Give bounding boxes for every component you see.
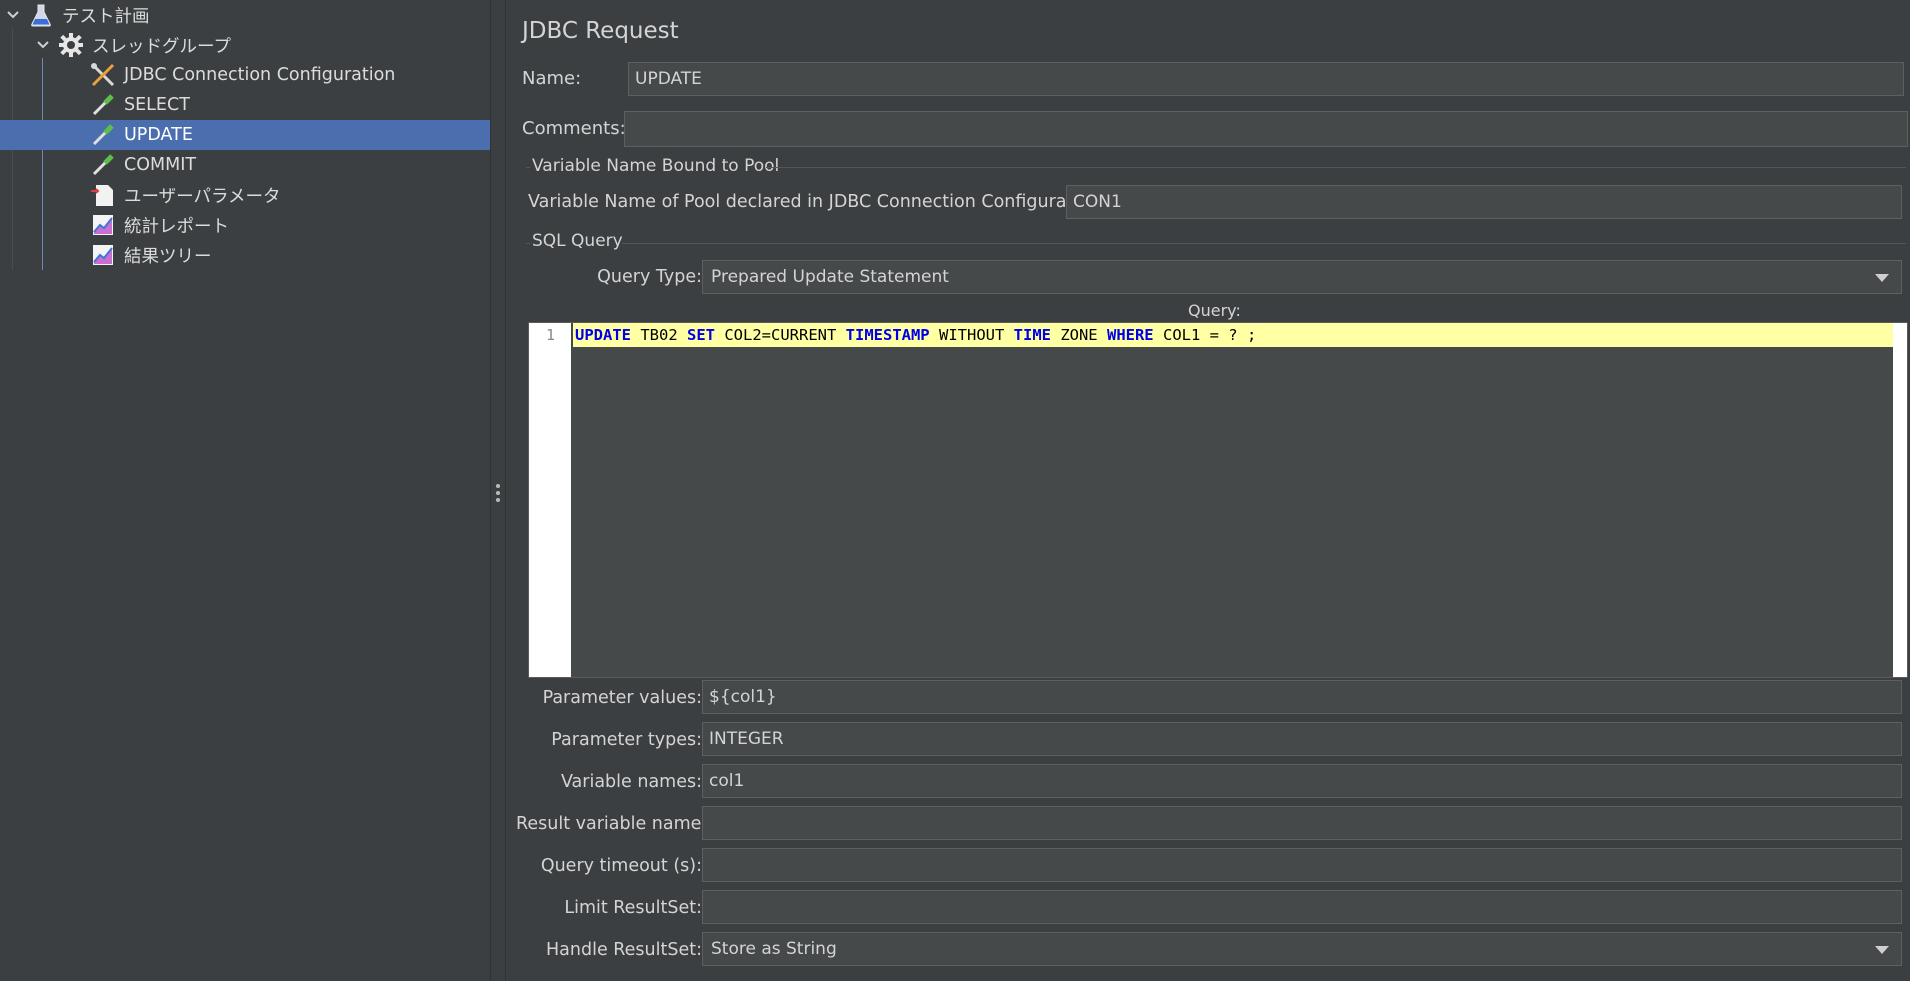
section-border — [622, 243, 1906, 244]
pane-splitter[interactable] — [490, 0, 506, 981]
tree-item-label: 結果ツリー — [124, 246, 212, 267]
query-type-label: Query Type: — [597, 267, 702, 287]
chevron-down-icon[interactable] — [6, 8, 20, 22]
tools-icon — [90, 62, 116, 88]
name-input[interactable]: UPDATE — [628, 62, 1904, 96]
test-plan-tree: テスト計画 スレッドグループ JDBC Connection Configura… — [0, 0, 490, 981]
limit-resultset-input[interactable] — [702, 890, 1902, 924]
panel-title: JDBC Request — [522, 18, 679, 44]
parameter-values-label: Parameter values: — [542, 688, 702, 708]
chart-icon — [90, 212, 116, 238]
pool-section-title: Variable Name Bound to Pool — [532, 156, 780, 176]
sql-text: TB02 — [631, 326, 687, 344]
chevron-down-icon[interactable] — [36, 38, 50, 52]
query-type-value: Prepared Update Statement — [711, 267, 949, 287]
handle-resultset-value: Store as String — [711, 939, 837, 959]
flask-icon — [28, 2, 54, 28]
sql-keyword: TIMESTAMP — [845, 326, 930, 344]
tree-item-summary-report[interactable]: 統計レポート — [0, 210, 490, 240]
line-number-gutter: 1 — [529, 323, 571, 677]
query-timeout-label: Query timeout (s): — [540, 856, 702, 876]
pipette-icon — [90, 92, 116, 118]
query-editor[interactable]: 1 UPDATE TB02 SET COL2=CURRENT TIMESTAMP… — [528, 322, 1908, 678]
tree-item-update[interactable]: UPDATE — [0, 120, 490, 150]
handle-resultset-select[interactable]: Store as String — [702, 932, 1902, 966]
tree-item-label: テスト計画 — [62, 6, 150, 27]
splitter-grip-dot — [496, 491, 500, 495]
parameter-types-label: Parameter types: — [551, 730, 702, 750]
jdbc-request-panel: JDBC Request Name: UPDATE Comments: Vari… — [506, 0, 1910, 981]
pool-name-label: Variable Name of Pool declared in JDBC C… — [528, 192, 1106, 212]
gear-icon — [58, 32, 84, 58]
tree-item-thread-group[interactable]: スレッドグループ — [0, 30, 490, 60]
tree-item-label: ユーザーパラメータ — [124, 186, 281, 207]
tree-item-commit[interactable]: COMMIT — [0, 150, 490, 180]
chart-icon — [90, 242, 116, 268]
sql-section-title: SQL Query — [532, 231, 623, 251]
tree-item-label: UPDATE — [124, 125, 193, 145]
parameter-types-input[interactable]: INTEGER — [702, 722, 1902, 756]
pool-name-input[interactable]: CON1 — [1066, 185, 1902, 219]
pipette-icon — [90, 122, 116, 148]
tree-item-label: SELECT — [124, 95, 190, 115]
tree-item-label: COMMIT — [124, 155, 197, 175]
sql-text: WITHOUT — [929, 326, 1014, 344]
tree-item-select[interactable]: SELECT — [0, 90, 490, 120]
tree-item-label: 統計レポート — [124, 216, 229, 237]
section-border — [526, 167, 530, 168]
tree-item-jdbc-connection-configuration[interactable]: JDBC Connection Configuration — [0, 60, 490, 90]
tree-item-view-results-tree[interactable]: 結果ツリー — [0, 240, 490, 270]
section-border — [766, 167, 1906, 168]
result-variable-name-label: Result variable name: — [516, 814, 708, 834]
tree-item-test-plan[interactable]: テスト計画 — [0, 0, 490, 30]
sql-keyword: UPDATE — [575, 326, 631, 344]
line-number: 1 — [545, 326, 555, 344]
sql-code[interactable]: UPDATE TB02 SET COL2=CURRENT TIMESTAMP W… — [575, 326, 1256, 344]
sql-keyword: SET — [687, 326, 715, 344]
editor-scrollbar[interactable] — [1893, 323, 1907, 677]
query-type-select[interactable]: Prepared Update Statement — [702, 260, 1902, 294]
sql-text: COL2=CURRENT — [715, 326, 846, 344]
sql-keyword: TIME — [1013, 326, 1051, 344]
sql-text: ZONE — [1050, 326, 1107, 344]
sql-keyword: WHERE — [1106, 326, 1154, 344]
query-timeout-input[interactable] — [702, 848, 1902, 882]
limit-resultset-label: Limit ResultSet: — [564, 898, 702, 918]
variable-names-label: Variable names: — [560, 772, 702, 792]
dropdown-arrow-icon[interactable] — [1875, 274, 1889, 282]
variable-names-input[interactable]: col1 — [702, 764, 1902, 798]
sql-text: COL1 = ? ; — [1153, 326, 1257, 344]
splitter-grip-dot — [496, 484, 500, 488]
query-label: Query: — [1188, 301, 1241, 320]
pipette-icon — [90, 152, 116, 178]
result-variable-name-input[interactable] — [702, 806, 1902, 840]
tree-item-user-parameters[interactable]: ユーザーパラメータ — [0, 180, 490, 210]
section-border — [526, 243, 530, 244]
document-icon — [90, 182, 116, 208]
comments-label: Comments: — [522, 118, 626, 139]
tree-item-label: JDBC Connection Configuration — [124, 65, 396, 85]
tree-item-label: スレッドグループ — [92, 36, 231, 57]
dropdown-arrow-icon[interactable] — [1875, 946, 1889, 954]
handle-resultset-label: Handle ResultSet: — [546, 940, 702, 960]
splitter-grip-dot — [496, 498, 500, 502]
parameter-values-input[interactable]: ${col1} — [702, 680, 1902, 714]
comments-input[interactable] — [624, 111, 1908, 147]
name-label: Name: — [522, 68, 582, 89]
